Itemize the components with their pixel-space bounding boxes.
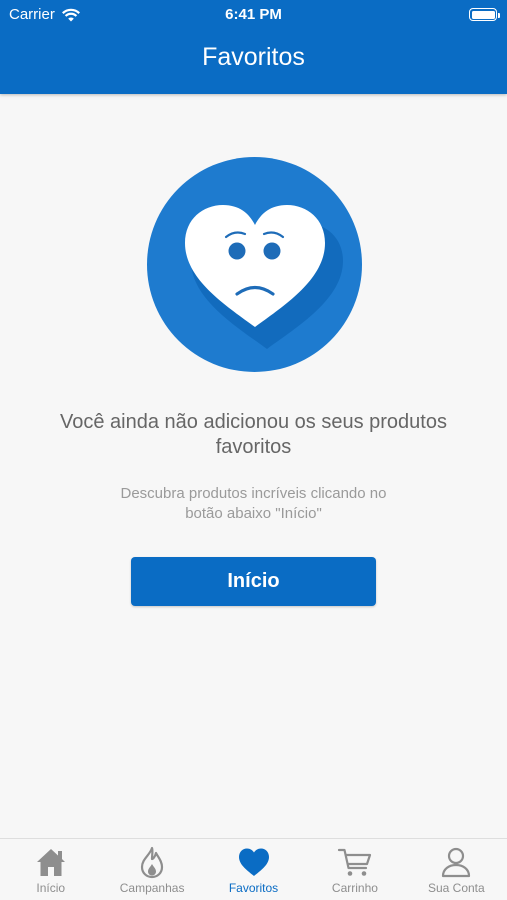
battery-icon [469, 8, 500, 21]
tab-account-label: Sua Conta [427, 881, 485, 895]
tab-cart[interactable]: Carrinho [304, 839, 405, 900]
tab-home[interactable]: Início [0, 839, 101, 900]
empty-state-submessage: Descubra produtos incríveis clicando no … [120, 485, 387, 522]
sad-heart-illustration [147, 157, 362, 372]
tab-favorites-label: Favoritos [228, 881, 279, 895]
tab-home-label: Início [36, 881, 66, 895]
app-header: Carrier 6:41 PM Favoritos [0, 0, 507, 94]
home-icon [36, 849, 65, 876]
tab-campaigns-label: Campanhas [119, 881, 185, 895]
tab-campaigns[interactable]: Campanhas [101, 839, 202, 900]
cart-icon [337, 848, 372, 876]
tab-account[interactable]: Sua Conta [406, 839, 507, 900]
flame-icon [141, 846, 164, 879]
status-bar: Carrier 6:41 PM [0, 0, 507, 30]
tab-cart-label: Carrinho [331, 881, 378, 895]
heart-icon [238, 848, 269, 876]
tab-bar: Início Campanhas Favoritos Carrinho Sua … [0, 838, 507, 900]
home-button[interactable]: Início [131, 557, 376, 606]
status-time: 6:41 PM [225, 6, 282, 23]
user-icon [442, 847, 471, 878]
empty-state-message: Você ainda não adicionou os seus produto… [60, 411, 447, 458]
tab-favorites[interactable]: Favoritos [203, 839, 304, 900]
page-title: Favoritos [202, 43, 305, 71]
